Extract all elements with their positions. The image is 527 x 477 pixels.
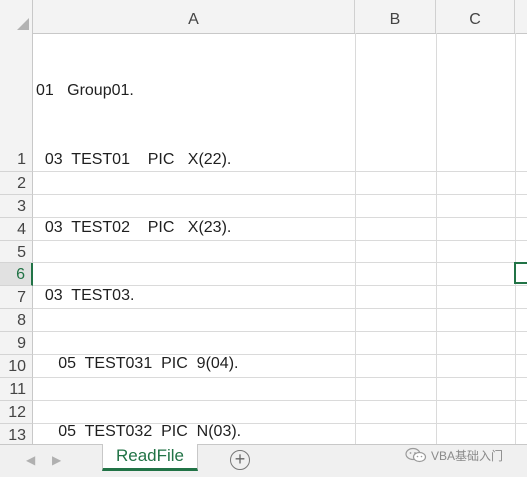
row-header-8[interactable]: 8 — [0, 309, 33, 332]
column-header-c[interactable]: C — [436, 0, 515, 33]
grid-line — [436, 33, 437, 444]
row-header-1[interactable]: 1 — [0, 33, 33, 172]
selected-cell-d6[interactable] — [514, 262, 527, 284]
next-sheet-arrow-icon[interactable]: ▶ — [52, 453, 61, 467]
row-header-12[interactable]: 12 — [0, 401, 33, 424]
wechat-icon — [405, 447, 427, 463]
spreadsheet-window: A B C 1 2 3 4 5 6 7 8 9 10 11 12 13 01 G… — [0, 0, 527, 477]
row-header-3[interactable]: 3 — [0, 195, 33, 218]
row-header-9[interactable]: 9 — [0, 332, 33, 355]
column-header-a[interactable]: A — [33, 0, 355, 33]
row-header-7[interactable]: 7 — [0, 286, 33, 309]
grid-line — [515, 33, 516, 444]
select-all-corner[interactable] — [0, 0, 33, 33]
cell-a1-line: 03 TEST03. — [36, 286, 135, 304]
row-header-6[interactable]: 6 — [0, 263, 33, 286]
row-header-11[interactable]: 11 — [0, 378, 33, 401]
cell-a1-line: 01 Group01. — [36, 82, 134, 100]
cell-a1[interactable]: 01 Group01. 03 TEST01 PIC X(22). 03 TEST… — [36, 35, 354, 477]
watermark: VBA基础入门 — [405, 445, 503, 465]
row-header-2[interactable]: 2 — [0, 172, 33, 195]
column-header-row: A B C — [0, 0, 527, 34]
row-header-10[interactable]: 10 — [0, 355, 33, 378]
cell-a1-line: 05 TEST032 PIC N(03). — [36, 422, 242, 440]
cell-a1-line: 03 TEST02 PIC X(23). — [36, 218, 232, 236]
select-all-triangle-icon — [17, 18, 29, 30]
watermark-text: VBA基础入门 — [431, 448, 504, 463]
grid-line — [355, 33, 356, 444]
cell-a1-line: 05 TEST031 PIC 9(04). — [36, 354, 239, 372]
column-header-d-partial[interactable] — [515, 0, 527, 33]
cell-a1-line: 03 TEST01 PIC X(22). — [36, 150, 232, 168]
add-sheet-button[interactable]: + — [230, 450, 250, 470]
row-header-5[interactable]: 5 — [0, 241, 33, 263]
row-header-4[interactable]: 4 — [0, 218, 33, 241]
sheet-tab-readfile[interactable]: ReadFile — [102, 444, 198, 471]
row-header-13[interactable]: 13 — [0, 424, 33, 444]
column-header-b[interactable]: B — [355, 0, 436, 33]
prev-sheet-arrow-icon[interactable]: ◀ — [26, 453, 35, 467]
